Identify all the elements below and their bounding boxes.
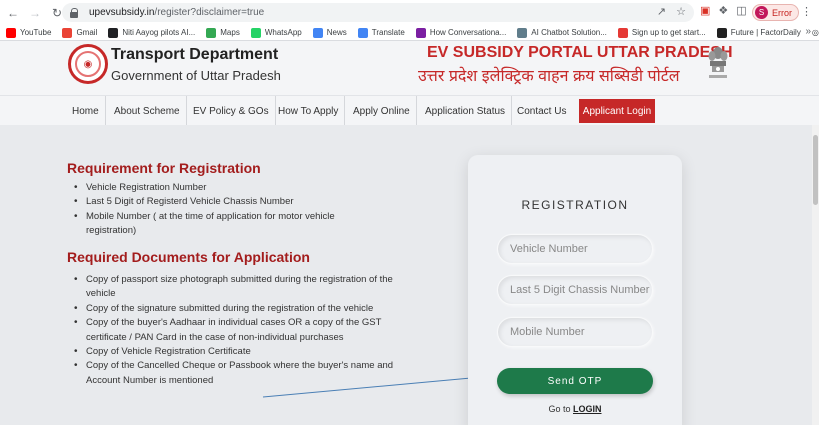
whatsapp-icon	[250, 27, 261, 38]
url-path: /register?disclaimer=true	[154, 7, 265, 18]
goto-label: Go to	[548, 404, 573, 414]
niti-icon	[108, 27, 119, 38]
bookmark-label: Maps	[220, 28, 240, 37]
dept-subtitle: Government of Uttar Pradesh	[111, 68, 281, 83]
bookmark-item[interactable]: Gmail	[62, 27, 98, 38]
maps-icon	[206, 27, 217, 38]
bookmarks-bar: YouTube Gmail Niti Aayog pilots AI... Maps W…	[0, 25, 819, 41]
news-icon	[312, 27, 323, 38]
bookmark-item[interactable]: Sign up to get start...	[617, 27, 706, 38]
registration-title: REGISTRATION	[521, 198, 629, 212]
bookmark-item[interactable]: Maps	[206, 27, 240, 38]
translate-icon	[357, 27, 368, 38]
signup-icon	[617, 27, 628, 38]
up-govt-logo: ◉	[68, 44, 108, 84]
bookmark-label: AI Chatbot Solution...	[531, 28, 607, 37]
documents-heading: Required Documents for Application	[67, 249, 310, 265]
avatar: S	[755, 6, 768, 19]
bookmark-label: Niti Aayog pilots AI...	[122, 28, 196, 37]
login-link[interactable]: LOGIN	[573, 404, 602, 414]
bookmark-item[interactable]: How Conversationa...	[415, 27, 507, 38]
list-item: Copy of the buyer's Aadhaar in individua…	[74, 316, 394, 345]
bookmark-item[interactable]: YouTube	[6, 27, 52, 38]
extension-red-icon[interactable]: ▣	[700, 4, 710, 17]
puzzle-icon[interactable]: ❖	[718, 4, 728, 17]
bookmark-item[interactable]: Future | FactorDaily	[716, 27, 801, 38]
national-emblem-icon	[708, 47, 728, 78]
bookmark-item[interactable]: WhatsApp	[250, 27, 302, 38]
bookmark-label: WhatsApp	[264, 28, 302, 37]
list-item: Mobile Number ( at the time of applicati…	[74, 210, 364, 239]
youtube-icon	[6, 27, 16, 38]
profile-status: Error	[772, 7, 792, 18]
bookmark-label: YouTube	[20, 28, 52, 37]
forward-icon[interactable]: →	[26, 4, 44, 22]
annotation-arrow	[262, 373, 488, 398]
chatbot-icon	[517, 27, 528, 38]
main-nav: Home About Scheme EV Policy & GOs How To…	[0, 95, 819, 126]
factordaily-icon	[716, 27, 727, 38]
logo-emblem-icon: ◉	[75, 51, 101, 77]
portal-title-hi: उत्तर प्रदेश इलेक्ट्रिक वाहन क्रय सब्सिड…	[418, 68, 680, 85]
nav-how-to-apply[interactable]: How To Apply	[272, 96, 346, 126]
bookmark-label: Future | FactorDaily	[730, 28, 801, 37]
nav-contact-us[interactable]: Contact Us	[511, 96, 572, 126]
nav-about-scheme[interactable]: About Scheme	[108, 96, 187, 126]
star-icon[interactable]: ☆	[676, 5, 686, 18]
share-icon[interactable]: ↗	[657, 5, 666, 18]
url-host: upevsubsidy.in	[89, 7, 155, 18]
bookmark-label: Translate	[371, 28, 405, 37]
bookmark-label: News	[326, 28, 347, 37]
bookmark-label: Sign up to get start...	[631, 28, 706, 37]
address-bar[interactable]: upevsubsidy.in/register?disclaimer=true …	[62, 3, 694, 22]
mobile-number-input[interactable]	[497, 317, 653, 347]
globe-icon[interactable]: ◎	[812, 28, 819, 37]
requirements-list: Vehicle Registration Number Last 5 Digit…	[74, 181, 404, 239]
list-item: Vehicle Registration Number	[74, 181, 404, 196]
bookmark-item[interactable]: AI Chatbot Solution...	[517, 27, 607, 38]
bookmark-item[interactable]: Niti Aayog pilots AI...	[108, 27, 196, 38]
dept-title: Transport Department	[111, 46, 279, 63]
send-otp-button[interactable]: Send OTP	[497, 368, 653, 394]
site-header: ◉ Transport Department Government of Utt…	[0, 41, 819, 95]
kebab-menu-icon[interactable]: ⋮	[801, 5, 812, 18]
nav-application-status[interactable]: Application Status	[419, 96, 513, 126]
vehicle-number-input[interactable]	[497, 234, 653, 264]
nav-home[interactable]: Home	[66, 96, 106, 126]
requirements-heading: Requirement for Registration	[67, 160, 261, 176]
chevron-more-icon[interactable]: »	[805, 26, 811, 37]
list-item: Copy of Vehicle Registration Certificate	[74, 345, 404, 360]
bookmark-label: How Conversationa...	[429, 28, 507, 37]
lock-icon[interactable]	[70, 7, 79, 18]
scroll-thumb[interactable]	[813, 135, 818, 205]
goto-login-text: Go to LOGIN	[468, 404, 682, 414]
bookmark-item[interactable]: Translate	[357, 27, 405, 38]
list-item: Last 5 Digit of Registerd Vehicle Chassi…	[74, 195, 404, 210]
list-item: Copy of passport size photograph submitt…	[74, 273, 399, 302]
registration-card: REGISTRATION Send OTP Go to LOGIN	[468, 155, 682, 425]
main-content: Requirement for Registration Vehicle Reg…	[0, 125, 819, 425]
chassis-number-input[interactable]	[497, 275, 653, 305]
profile-chip[interactable]: S Error	[752, 4, 799, 21]
conversational-icon	[415, 27, 426, 38]
bookmark-item[interactable]: News	[312, 27, 347, 38]
list-item: Copy of the signature submitted during t…	[74, 302, 404, 317]
bookmark-label: Gmail	[76, 28, 98, 37]
nav-apply-online[interactable]: Apply Online	[347, 96, 417, 126]
sidepanel-icon[interactable]: ◫	[736, 4, 746, 17]
portal-title-en: EV SUBSIDY PORTAL UTTAR PRADESH	[427, 44, 733, 61]
browser-toolbar: ← → ↻ upevsubsidy.in/register?disclaimer…	[0, 0, 819, 25]
page-scrollbar[interactable]	[812, 125, 819, 425]
back-icon[interactable]: ←	[4, 4, 22, 22]
gmail-icon	[62, 27, 73, 38]
nav-ev-policy[interactable]: EV Policy & GOs	[187, 96, 276, 126]
applicant-login-button[interactable]: Applicant Login	[579, 99, 655, 123]
